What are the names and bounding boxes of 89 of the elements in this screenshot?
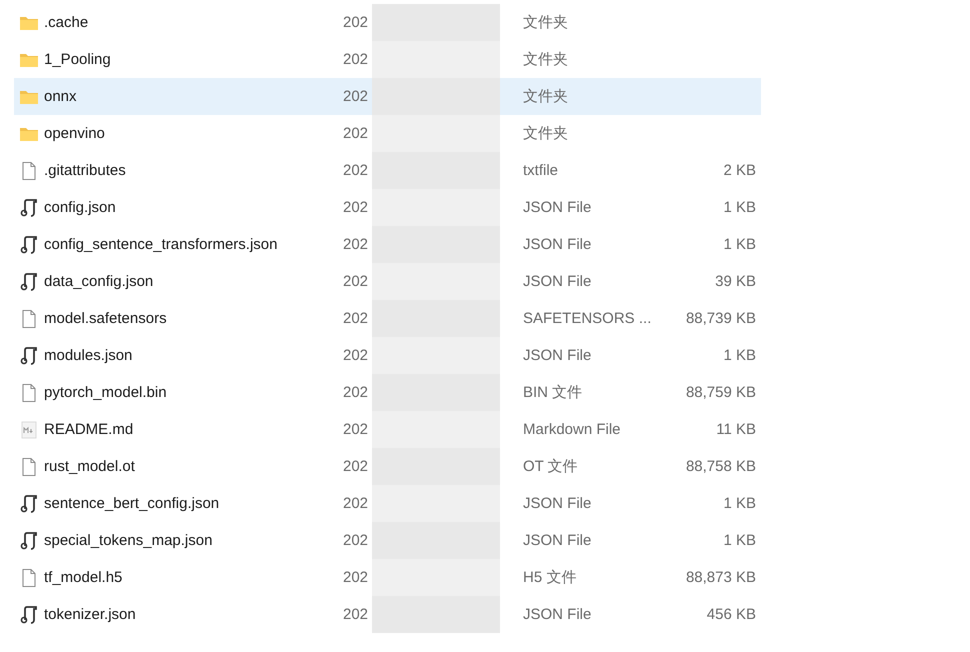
file-size: 88,739 KB (684, 310, 756, 327)
file-type: JSON File (523, 532, 592, 549)
date-text: 202 (343, 199, 370, 216)
file-size: 1 KB (722, 347, 756, 364)
file-type: JSON File (523, 606, 592, 623)
file-size: 2 KB (722, 162, 756, 179)
file-name: .cache (44, 14, 90, 31)
script-file-icon (19, 236, 39, 254)
file-row[interactable]: .gitattributes 202 txtfile 2 KB (14, 152, 761, 189)
date-text: 202 (343, 236, 370, 253)
file-size: 1 KB (722, 236, 756, 253)
file-type: Markdown File (523, 421, 622, 438)
file-name: tf_model.h5 (44, 569, 124, 586)
date-text: 202 (343, 495, 370, 512)
file-name: README.md (44, 421, 134, 438)
file-type: 文件夹 (523, 87, 569, 106)
date-text: 202 (343, 51, 370, 68)
file-name: data_config.json (44, 273, 154, 290)
date-text: 202 (343, 569, 370, 586)
file-row[interactable]: data_config.json 202 JSON File 39 KB (14, 263, 761, 300)
date-text: 202 (343, 88, 370, 105)
file-row[interactable]: .cache 202 文件夹 (14, 4, 761, 41)
file-size: 88,873 KB (684, 569, 756, 586)
date-text: 202 (343, 606, 370, 623)
file-name: config.json (44, 199, 117, 216)
script-file-icon (19, 198, 39, 216)
file-type: JSON File (523, 273, 592, 290)
file-name: model.safetensors (44, 310, 168, 327)
file-type: JSON File (523, 199, 592, 216)
file-name: 1_Pooling (44, 51, 112, 68)
file-row[interactable]: special_tokens_map.json 202 JSON File 1 KB (14, 522, 761, 559)
file-row[interactable]: rust_model.ot 202 OT 文件 88,758 KB (14, 448, 761, 485)
file-type: 文件夹 (523, 124, 569, 143)
date-text: 202 (343, 162, 370, 179)
file-type: JSON File (523, 347, 592, 364)
file-size: 456 KB (706, 606, 756, 623)
file-row[interactable]: pytorch_model.bin 202 BIN 文件 88,759 KB (14, 374, 761, 411)
file-row[interactable]: config.json 202 JSON File 1 KB (14, 189, 761, 226)
script-file-icon (19, 272, 39, 290)
file-size: 11 KB (715, 421, 756, 438)
file-row[interactable]: 1_Pooling 202 文件夹 (14, 41, 761, 78)
file-type: txtfile (523, 162, 560, 179)
script-file-icon (19, 606, 39, 624)
script-file-icon (19, 494, 39, 512)
markdown-file-icon (19, 420, 39, 438)
file-row[interactable]: tf_model.h5 202 H5 文件 88,873 KB (14, 559, 761, 596)
file-row[interactable]: README.md 202 Markdown File 11 KB (14, 411, 761, 448)
file-name: pytorch_model.bin (44, 384, 168, 401)
file-type: JSON File (523, 236, 592, 253)
file-name: sentence_bert_config.json (44, 495, 220, 512)
date-text: 202 (343, 421, 370, 438)
script-file-icon (19, 346, 39, 364)
date-text: 202 (343, 14, 370, 31)
file-name: config_sentence_transformers.json (44, 236, 278, 253)
file-row[interactable]: sentence_bert_config.json 202 JSON File 1 KB (14, 485, 761, 522)
script-file-icon (19, 532, 39, 550)
file-row[interactable]: model.safetensors 202 SAFETENSORS ... 88,739 KB (14, 300, 761, 337)
date-text: 202 (343, 532, 370, 549)
file-type: SAFETENSORS ... (523, 310, 652, 327)
file-row[interactable]: tokenizer.json 202 JSON File 456 KB (14, 596, 761, 633)
file-row[interactable]: openvino 202 文件夹 (14, 115, 761, 152)
file-type: H5 文件 (523, 568, 578, 587)
file-type: OT 文件 (523, 457, 579, 476)
file-name: special_tokens_map.json (44, 532, 214, 549)
file-size: 1 KB (722, 532, 756, 549)
file-name: .gitattributes (44, 162, 127, 179)
file-name: openvino (44, 125, 106, 142)
date-text: 202 (343, 125, 370, 142)
file-type: BIN 文件 (523, 383, 584, 402)
file-type: JSON File (523, 495, 592, 512)
file-type: 文件夹 (523, 13, 569, 32)
date-text: 202 (343, 347, 370, 364)
date-text: 202 (343, 384, 370, 401)
file-name: tokenizer.json (44, 606, 137, 623)
file-name: onnx (44, 88, 78, 105)
file-type: 文件夹 (523, 50, 569, 69)
file-name: rust_model.ot (44, 458, 136, 475)
file-size: 88,759 KB (684, 384, 756, 401)
file-row[interactable]: modules.json 202 JSON File 1 KB (14, 337, 761, 374)
file-size: 39 KB (714, 273, 756, 290)
file-size: 88,758 KB (684, 458, 756, 475)
file-row[interactable]: config_sentence_transformers.json 202 JSON File 1 KB (14, 226, 761, 263)
date-text: 202 (343, 273, 370, 290)
file-row[interactable]: onnx 202 文件夹 (14, 78, 761, 115)
file-size: 1 KB (722, 495, 756, 512)
date-text: 202 (343, 310, 370, 327)
file-size: 1 KB (722, 199, 756, 216)
file-name: modules.json (44, 347, 134, 364)
date-text: 202 (343, 458, 370, 475)
